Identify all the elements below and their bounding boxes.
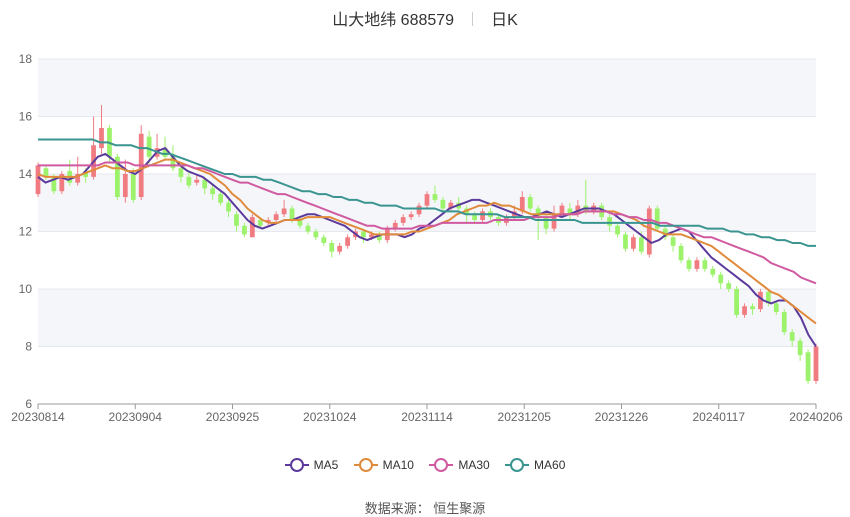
candle-body-down <box>734 289 739 315</box>
x-tick-label: 20240206 <box>789 410 843 424</box>
candle-body-down <box>678 245 684 261</box>
candle-body-down <box>289 208 295 220</box>
candle-body-down <box>361 231 366 238</box>
candle-body-down <box>789 332 795 341</box>
legend-swatch-ma5 <box>284 458 309 472</box>
candle-body-down <box>750 306 755 310</box>
y-tick-label: 14 <box>19 167 33 181</box>
candle-body-down <box>321 237 327 243</box>
candle-body-up <box>194 179 200 183</box>
legend-item-ma30[interactable]: MA30 <box>429 458 490 472</box>
x-tick-label: 20230925 <box>206 410 260 424</box>
x-tick-label: 20240117 <box>693 410 746 424</box>
candle-body-up <box>813 346 819 381</box>
legend-label-ma30: MA30 <box>458 458 490 472</box>
candle-body-up <box>273 214 279 220</box>
candle-body-up <box>249 217 255 238</box>
candle-body-up <box>646 208 652 255</box>
y-tick-label: 18 <box>19 52 33 66</box>
candle-body-up <box>480 211 485 220</box>
candle-body-up <box>35 165 41 195</box>
x-tick-label: 20231024 <box>303 410 357 424</box>
candle-body-up <box>631 237 636 249</box>
legend-item-ma10[interactable]: MA10 <box>353 458 414 472</box>
candle-body-down <box>638 237 644 252</box>
y-tick-label: 10 <box>19 282 33 296</box>
candle-body-down <box>702 260 708 269</box>
candle-body-down <box>805 352 811 381</box>
legend-swatch-ma60 <box>505 458 530 472</box>
candle-body-down <box>623 234 628 249</box>
grid-band <box>38 59 816 117</box>
candle-body-down <box>130 174 136 200</box>
candle-body-down <box>607 217 612 226</box>
candle-body-down <box>797 340 803 356</box>
candle-body-up <box>337 245 343 252</box>
candle-body-down <box>313 231 319 238</box>
candle-body-down <box>186 176 192 186</box>
legend-label-ma60: MA60 <box>534 458 566 472</box>
candle-body-up <box>408 214 414 218</box>
candle-body-down <box>242 225 247 235</box>
candle-body-down <box>781 312 787 333</box>
candlestick-chart: 6 8 10 12 14 16 18 20230814 20230904 20230925 2023… <box>11 52 843 424</box>
candle-body-down <box>718 274 724 284</box>
candle-body-up <box>122 174 128 197</box>
candle-body-down <box>234 214 239 226</box>
y-tick-label: 12 <box>19 225 33 239</box>
candle-body-down <box>543 217 549 229</box>
legend-item-ma5[interactable]: MA5 <box>284 458 339 472</box>
candle-body-down <box>178 168 184 177</box>
candle-body-down <box>773 303 779 312</box>
data-source: 数据来源： 恒生聚源 <box>364 501 486 516</box>
candle-body-up <box>694 260 700 269</box>
grid-band <box>38 289 816 347</box>
candle-body-down <box>202 179 208 189</box>
candle-body-up <box>424 194 430 206</box>
legend-swatch-ma30 <box>429 458 454 472</box>
legend-swatch-ma10 <box>353 458 378 472</box>
legend-label-ma10: MA10 <box>382 458 414 472</box>
candle-body-up <box>99 128 104 149</box>
candle-body-down <box>440 199 446 209</box>
y-tick-label: 16 <box>19 110 33 124</box>
x-tick-label: 20230904 <box>109 410 163 424</box>
candle-body-down <box>329 243 335 252</box>
legend-item-ma60[interactable]: MA60 <box>505 458 565 472</box>
candle-body-down <box>218 194 223 203</box>
candle-body-down <box>432 194 438 200</box>
legend-label-ma5: MA5 <box>313 458 339 472</box>
x-tick-label: 20231226 <box>595 410 649 424</box>
candle-body-up <box>345 237 350 246</box>
candle-body-up <box>281 208 287 215</box>
candle-body-down <box>305 225 311 232</box>
y-tick-label: 6 <box>25 397 32 411</box>
candle-body-down <box>726 283 732 289</box>
candle-body-up <box>416 205 422 215</box>
candle-body-up <box>742 306 747 315</box>
y-tick-label: 8 <box>25 340 32 354</box>
legend: MA5 MA10 MA30 MA60 <box>0 458 850 475</box>
candle-body-down <box>210 188 216 195</box>
candle-body-down <box>527 197 533 209</box>
candle-body-down <box>710 268 716 275</box>
candle-body-down <box>670 237 676 246</box>
x-tick-label: 20231205 <box>498 410 552 424</box>
candle-body-down <box>146 136 152 157</box>
candle-body-down <box>686 260 692 269</box>
x-tick-label: 20231114 <box>401 410 453 424</box>
candle-body-up <box>559 205 565 215</box>
x-tick-label: 20230814 <box>11 410 65 424</box>
candle-body-up <box>400 217 406 223</box>
candle-body-down <box>615 225 620 235</box>
candle-body-down <box>226 202 231 212</box>
